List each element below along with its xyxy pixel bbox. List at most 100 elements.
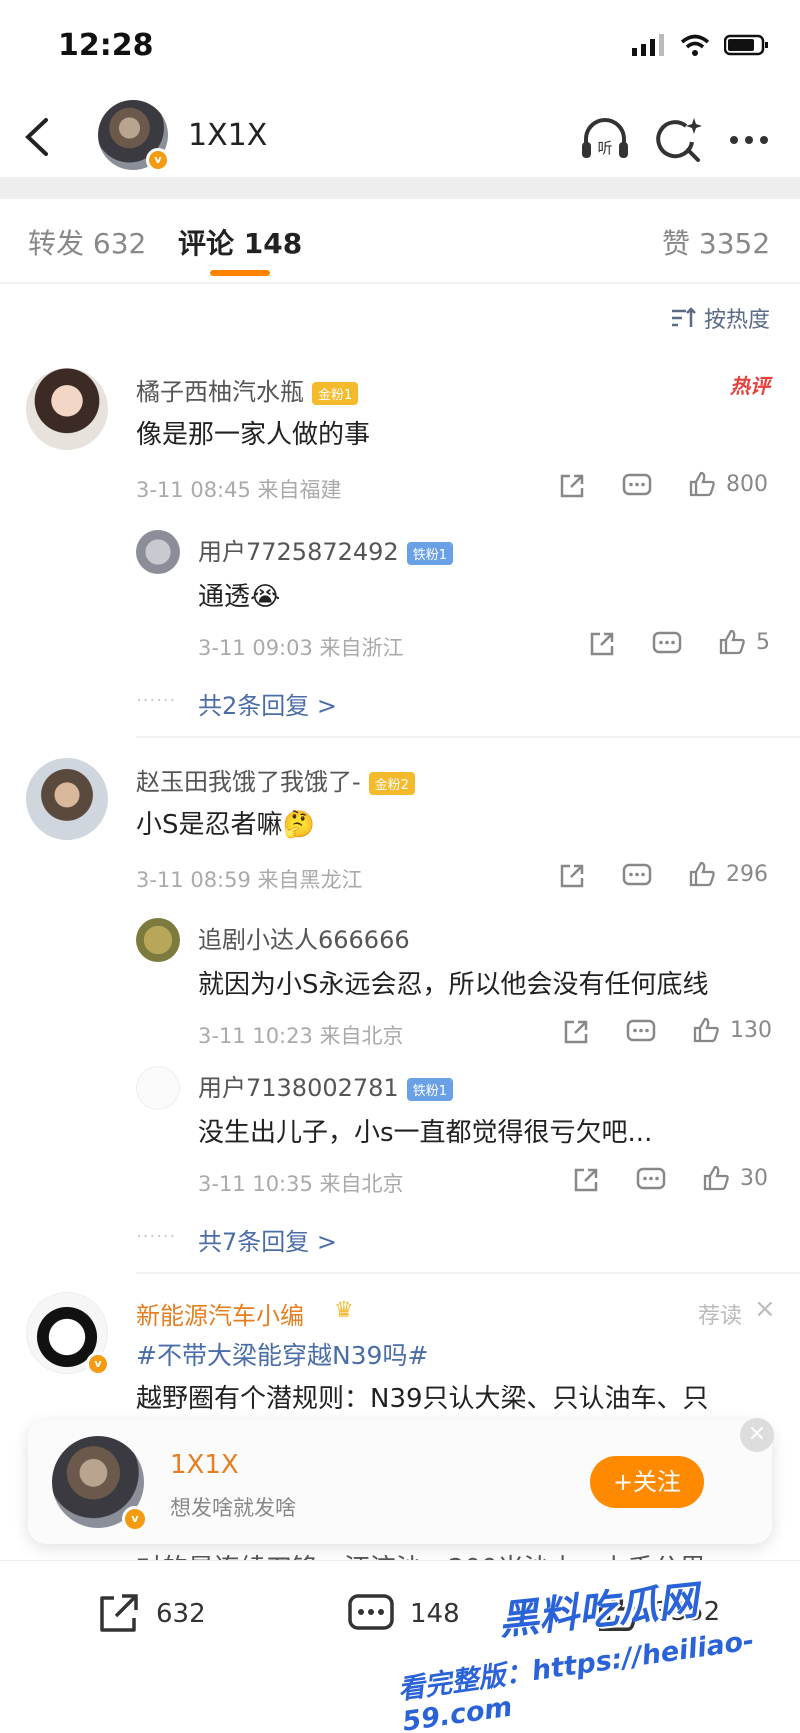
avatar[interactable]: [26, 758, 108, 840]
repost-count: 632: [156, 1599, 206, 1629]
verified-badge-icon: v: [86, 1352, 110, 1376]
comment-icon: [622, 473, 652, 496]
comment-meta: 3-11 08:59 来自黑龙江: [136, 868, 363, 892]
wifi-icon: [680, 34, 710, 56]
like-count: 296: [726, 861, 768, 887]
active-tab-indicator: [210, 270, 270, 276]
reply-button[interactable]: [626, 1018, 656, 1046]
fan-badge: 金粉2: [368, 771, 415, 795]
verified-badge-icon: v: [146, 148, 170, 172]
like-button[interactable]: 5: [718, 628, 770, 656]
share-button[interactable]: [558, 472, 586, 500]
reply-dots: ······: [136, 1226, 177, 1247]
like-button[interactable]: 296: [688, 860, 768, 888]
reply-text: 没生出儿子，小s一直都觉得很亏欠吧...: [198, 1118, 653, 1148]
share-icon: [560, 864, 584, 888]
avatar[interactable]: [136, 918, 180, 962]
reply-author[interactable]: 用户7138002781 铁粉1: [198, 1068, 453, 1103]
more-replies-link[interactable]: 共2条回复 >: [198, 686, 337, 721]
battery-icon: [724, 34, 768, 56]
like-button[interactable]: 30: [702, 1164, 768, 1192]
comment-author[interactable]: 赵玉田我饿了我饿了- 金粉2: [136, 762, 415, 797]
repost-button[interactable]: 632: [94, 1590, 206, 1638]
tab-repost[interactable]: 转发 632: [28, 222, 146, 262]
reply-text: 就因为小S永远会忍，所以他会没有任何底线: [198, 970, 709, 1000]
thumbs-up-icon: [689, 861, 715, 887]
back-arrow-icon: [25, 118, 48, 156]
tab-likes[interactable]: 赞 3352: [662, 222, 770, 262]
like-count: 5: [756, 629, 770, 655]
share-icon: [564, 1020, 588, 1044]
avatar[interactable]: [136, 1066, 180, 1110]
like-count: 130: [730, 1017, 772, 1043]
section-divider: [0, 177, 800, 199]
sort-icon: [671, 307, 696, 327]
fan-badge: 金粉1: [312, 381, 359, 405]
like-button[interactable]: 130: [692, 1016, 772, 1044]
sort-label: 按热度: [703, 308, 770, 333]
share-button[interactable]: [562, 1018, 590, 1046]
headphones-listen-icon[interactable]: 听: [578, 112, 632, 166]
more-replies-link[interactable]: 共7条回复 >: [198, 1222, 337, 1257]
reply-meta: 3-11 10:23 来自北京: [198, 1024, 404, 1048]
close-icon[interactable]: ×: [740, 1418, 774, 1452]
back-button[interactable]: [18, 112, 58, 162]
comment-count: 148: [410, 1599, 460, 1629]
share-icon: [574, 1168, 598, 1192]
more-icon[interactable]: [724, 112, 778, 166]
verified-badge-icon: v: [122, 1506, 148, 1532]
reply-author[interactable]: 用户7725872492 铁粉1: [198, 532, 453, 567]
status-icons: [632, 34, 770, 56]
close-icon[interactable]: ×: [754, 1294, 776, 1324]
reply-button[interactable]: [652, 630, 682, 658]
ad-text: 越野圈有个潜规则：N39只认大梁、只认油车、只: [136, 1384, 709, 1414]
comment-icon: [626, 1019, 656, 1042]
thumbs-up-icon: [689, 471, 715, 497]
status-time: 12:28: [58, 28, 154, 63]
share-button[interactable]: [572, 1166, 600, 1194]
avatar[interactable]: [136, 530, 180, 574]
reply-button[interactable]: [636, 1166, 666, 1194]
tabs-divider: [0, 282, 800, 284]
crown-icon: ♛: [334, 1298, 354, 1323]
follow-card-subtitle: 想发啥就发啥: [170, 1496, 296, 1520]
reply-author[interactable]: 追剧小达人666666: [198, 920, 410, 955]
comment-icon: [636, 1167, 666, 1190]
sort-by-hot-button[interactable]: 按热度: [670, 302, 770, 334]
tab-comments[interactable]: 评论 148: [178, 222, 302, 262]
ad-author[interactable]: 新能源汽车小编: [136, 1296, 304, 1331]
thumbs-up-icon: [693, 1017, 719, 1043]
share-icon: [560, 474, 584, 498]
reply-button[interactable]: [622, 862, 652, 890]
reply-meta: 3-11 10:35 来自北京: [198, 1172, 404, 1196]
share-button[interactable]: [588, 630, 616, 658]
reply-button[interactable]: [622, 472, 652, 500]
svg-text:听: 听: [597, 139, 612, 157]
comment-text: 小S是忍者嘛🤔: [136, 810, 315, 840]
share-button[interactable]: [558, 862, 586, 890]
comment-icon: [622, 863, 652, 886]
fan-badge: 铁粉1: [406, 1077, 453, 1101]
reply-meta: 3-11 09:03 来自浙江: [198, 636, 404, 660]
repost-icon: [100, 1594, 138, 1632]
comment-button[interactable]: 148: [346, 1590, 460, 1638]
author-username[interactable]: 1X1X: [188, 118, 267, 153]
avatar[interactable]: [26, 368, 108, 450]
like-count: 30: [740, 1165, 768, 1191]
comment-icon: [348, 1594, 394, 1630]
recommend-tag: 荐读: [698, 1304, 743, 1329]
search-sparkle-icon[interactable]: [652, 112, 706, 166]
hot-comment-badge: 热评: [730, 374, 770, 398]
follow-card-name[interactable]: 1X1X: [170, 1450, 239, 1480]
like-count: 800: [726, 471, 768, 497]
like-button[interactable]: 800: [688, 470, 768, 498]
reply-dots: ······: [136, 690, 177, 711]
comment-text: 像是那一家人做的事: [136, 420, 371, 450]
follow-button[interactable]: +关注: [590, 1456, 704, 1508]
comment-separator: [136, 1272, 800, 1274]
comment-meta: 3-11 08:45 来自福建: [136, 478, 342, 502]
comment-author[interactable]: 橘子西柚汽水瓶 金粉1: [136, 372, 359, 407]
signal-icon: [632, 34, 664, 56]
share-icon: [590, 632, 614, 656]
topic-hashtag[interactable]: #不带大梁能穿越N39吗#: [136, 1336, 428, 1372]
